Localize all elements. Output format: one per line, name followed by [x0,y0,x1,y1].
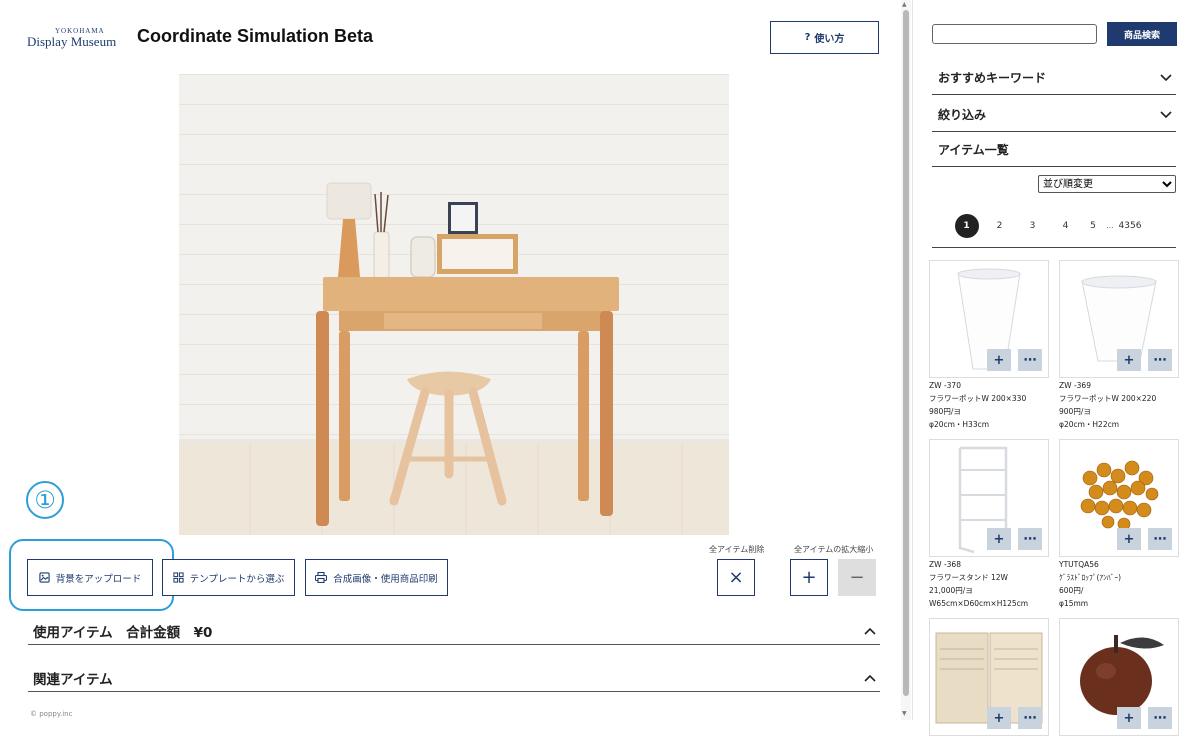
how-to-use-label: 使い方 [814,34,845,45]
product-image[interactable]: + ⋯ [929,260,1049,378]
used-items-label: 使用アイテム 合計金額 ¥0 [33,624,213,641]
step-number-marker: ① [26,481,64,519]
print-label: 合成画像・使用商品印刷 [333,573,438,585]
product-card[interactable]: + ⋯ ZW -369 フラワーポットW 200×220 900円/ヨ φ20c… [1059,260,1179,430]
more-options-button[interactable]: ⋯ [1018,707,1042,729]
product-image[interactable]: + ⋯ [1059,260,1179,378]
product-price: 600円/ [1059,586,1084,595]
printer-icon [315,572,328,583]
item-list-label: アイテム一覧 [938,143,1009,157]
recommended-keywords-accordion[interactable]: おすすめキーワード [932,61,1176,95]
product-code: ZW -370 [929,381,961,390]
more-options-button[interactable]: ⋯ [1018,528,1042,550]
plus-icon: + [801,567,817,588]
product-search-input[interactable] [932,24,1097,44]
print-button[interactable]: 合成画像・使用商品印刷 [305,559,448,596]
product-image[interactable]: + ⋯ [1059,618,1179,736]
product-name: フラワーポットW 200×330 [929,394,1027,403]
page-link-4[interactable]: 4 [1049,214,1082,238]
product-image[interactable]: + ⋯ [929,439,1049,557]
help-icon: ? [804,32,811,43]
zoom-in-all-button[interactable]: + [790,559,828,596]
product-code: ZW -369 [1059,381,1091,390]
chevron-up-icon [864,674,876,682]
page-title: Coordinate Simulation Beta [137,26,374,46]
more-options-button[interactable]: ⋯ [1148,528,1172,550]
related-items-accordion[interactable]: 関連アイテム [28,664,880,692]
delete-all-caption: 全アイテム削除 [709,545,765,554]
chevron-down-icon [1160,110,1172,118]
zoom-out-all-button[interactable]: − [838,559,876,596]
product-search-button[interactable]: 商品検索 [1107,22,1177,46]
add-item-button[interactable]: + [1117,528,1141,550]
scrollbar-thumb[interactable] [903,10,909,696]
product-size: φ15mm [1059,599,1089,608]
how-to-use-button[interactable]: ? 使い方 [770,21,879,54]
pagination-ellipsis: … [1106,222,1114,230]
product-size: φ20cm・H22cm [1059,420,1120,429]
sort-order-select[interactable]: 並び順変更 [1038,175,1176,193]
copyright-text: © poppy.inc [30,710,73,718]
product-card[interactable]: + ⋯ [1059,618,1179,736]
scroll-up-arrow-icon[interactable]: ▲ [902,1,907,8]
room-scene-image [316,182,619,526]
page-link-3[interactable]: 3 [1016,214,1049,238]
add-item-button[interactable]: + [987,707,1011,729]
choose-template-label: テンプレートから選ぶ [189,573,285,585]
zoom-all-caption: 全アイテムの拡大縮小 [794,545,874,554]
product-size: W65cm×D60cm×H125cm [929,599,1029,608]
page-link-1[interactable]: 1 [950,214,983,238]
add-item-button[interactable]: + [987,349,1011,371]
logo[interactable]: Display Museum [27,34,116,50]
more-options-button[interactable]: ⋯ [1148,707,1172,729]
item-list-heading: アイテム一覧 [932,133,1176,167]
chevron-up-icon [864,627,876,635]
add-item-button[interactable]: + [1117,707,1141,729]
chevron-down-icon [1160,73,1172,81]
product-price: 21,000円/ヨ [929,586,973,595]
product-price: 980円/ヨ [929,407,961,416]
product-name: フラワースタンド 12W [929,573,1008,582]
minus-icon: − [849,567,865,588]
product-name: ｸﾞﾗｽﾄﾞﾛｯﾌﾟ(ｱﾝﾊﾞｰ) [1059,573,1122,582]
close-icon: × [728,567,744,588]
upload-background-label: 背景をアップロード [55,573,142,585]
more-options-button[interactable]: ⋯ [1018,349,1042,371]
product-code: YTUTQA56 [1059,560,1099,569]
recommended-keywords-label: おすすめキーワード [938,71,1047,85]
product-image[interactable]: + ⋯ [1059,439,1179,557]
scroll-down-arrow-icon[interactable]: ▼ [902,710,907,717]
product-name: フラワーポットW 200×220 [1059,394,1157,403]
more-options-button[interactable]: ⋯ [1148,349,1172,371]
coordinate-canvas[interactable] [179,74,729,535]
grid-icon [173,572,184,583]
product-code: ZW -368 [929,560,961,569]
page-link-last[interactable]: 4356 [1116,214,1144,238]
product-image[interactable]: + ⋯ [929,618,1049,736]
filter-accordion[interactable]: 絞り込み [932,98,1176,132]
product-price: 900円/ヨ [1059,407,1091,416]
product-card[interactable]: + ⋯ YTUTQA56 ｸﾞﾗｽﾄﾞﾛｯﾌﾟ(ｱﾝﾊﾞｰ) 600円/ φ15… [1059,439,1179,609]
image-icon [39,572,50,583]
filter-label: 絞り込み [938,108,987,122]
add-item-button[interactable]: + [987,528,1011,550]
choose-template-button[interactable]: テンプレートから選ぶ [162,559,295,596]
product-size: φ20cm・H33cm [929,420,990,429]
page-link-2[interactable]: 2 [983,214,1016,238]
delete-all-button[interactable]: × [717,559,755,596]
pagination: 1 2 3 4 5 … 4356 [950,214,1144,238]
sidebar-divider [912,0,913,720]
related-items-label: 関連アイテム [33,671,113,688]
upload-background-button[interactable]: 背景をアップロード [27,559,153,596]
product-card[interactable]: + ⋯ ZW -368 フラワースタンド 12W 21,000円/ヨ W65cm… [929,439,1049,609]
add-item-button[interactable]: + [1117,349,1141,371]
pager-divider [932,247,1176,248]
product-card[interactable]: + ⋯ [929,618,1049,736]
used-items-accordion[interactable]: 使用アイテム 合計金額 ¥0 [28,617,880,645]
product-card[interactable]: + ⋯ ZW -370 フラワーポットW 200×330 980円/ヨ φ20c… [929,260,1049,430]
page-link-5[interactable]: 5 [1082,214,1104,238]
